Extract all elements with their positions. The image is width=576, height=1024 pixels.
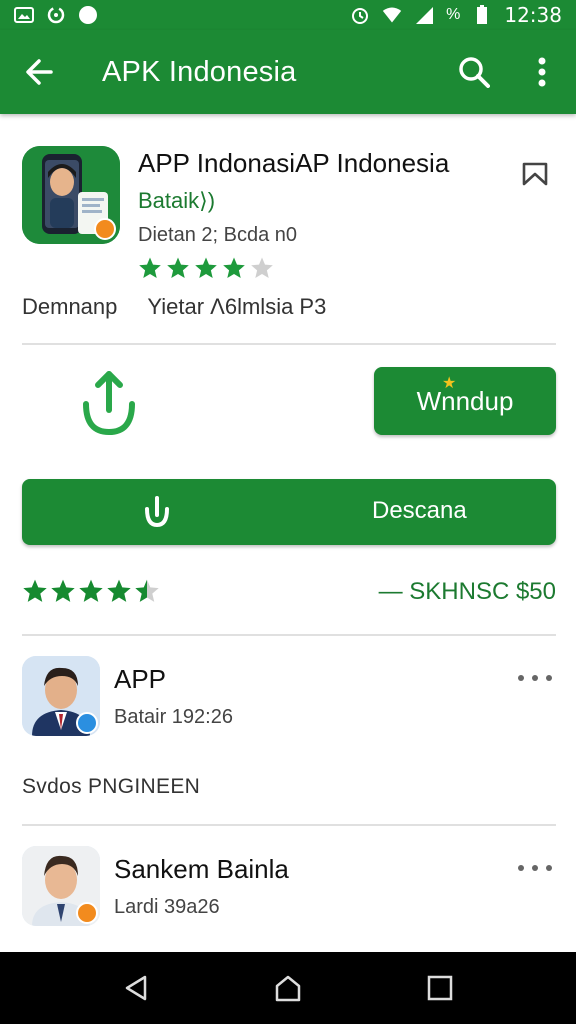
status-bar: % 12:38: [0, 0, 576, 30]
star-spark-icon: ★: [442, 375, 457, 392]
share-button[interactable]: [80, 370, 138, 436]
battery-percent-symbol: %: [446, 6, 461, 23]
verified-badge-icon: [76, 712, 98, 734]
list-item-subtitle: Batair 192:26: [114, 706, 233, 728]
list-item-title: APP: [114, 664, 167, 694]
download-button[interactable]: Descana: [22, 479, 556, 545]
nav-recents-button[interactable]: [415, 963, 465, 1013]
wifi-icon: [382, 5, 402, 25]
list-item-subtitle: Lardi 39a26: [114, 896, 220, 918]
app-icon[interactable]: [22, 146, 120, 244]
bookmark-icon: [522, 162, 548, 186]
rating-stars: [22, 578, 160, 604]
list-item[interactable]: Sankem Bainla Lardi 39a26: [22, 846, 556, 930]
nav-home-button[interactable]: [263, 963, 313, 1013]
star-icon: [251, 257, 273, 278]
nav-recents-icon: [427, 975, 453, 1001]
app-bar: APK Indonesia: [0, 30, 576, 114]
navigation-bar: [0, 952, 576, 1024]
nav-home-icon: [275, 975, 301, 1002]
download-icon: [145, 496, 169, 528]
status-right-icons: % 12:38: [350, 3, 562, 27]
rating-row: — SKHNSC $50: [22, 576, 556, 610]
install-button[interactable]: ★ Wnndup: [374, 367, 556, 435]
share-upload-icon: [83, 371, 135, 436]
star-icon: [23, 579, 47, 602]
more-options-icon[interactable]: [518, 668, 552, 688]
info-left: Demnanp: [22, 294, 118, 319]
picture-icon: [14, 5, 34, 25]
info-right: Yietar Λ6lmlsia P3: [147, 294, 327, 319]
search-icon: [459, 57, 490, 88]
more-vert-icon: [538, 57, 546, 87]
star-icon: [107, 579, 131, 602]
app-name: APP IndonasiAP Indonesia: [138, 148, 450, 178]
app-meta: Dietan 2; Bcda n0: [138, 224, 297, 246]
avatar: [22, 846, 100, 926]
app-developer[interactable]: Bataik⟩): [138, 188, 215, 214]
nav-back-button[interactable]: [111, 963, 161, 1013]
star-icon: [79, 579, 103, 602]
download-label: Descana: [372, 497, 467, 524]
sync-icon: [46, 5, 66, 25]
section-label: Svdos PNGINEEN: [22, 775, 201, 798]
compass-icon: [78, 5, 98, 25]
badge-icon: [76, 902, 98, 924]
star-icon: [135, 579, 159, 602]
status-time: 12:38: [504, 3, 562, 27]
app-badge-icon: [94, 218, 116, 240]
signal-icon: [414, 5, 434, 25]
list-item[interactable]: APP Batair 192:26: [22, 656, 556, 740]
divider: [22, 343, 556, 345]
list-item-title: Sankem Bainla: [114, 854, 289, 884]
star-icon: [223, 257, 245, 278]
back-arrow-icon: [26, 59, 53, 85]
page-title: APK Indonesia: [102, 55, 297, 88]
rating-text: — SKHNSC $50: [378, 578, 556, 605]
search-button[interactable]: [440, 30, 508, 114]
install-label: Wnndup: [416, 385, 514, 416]
nav-back-icon: [125, 975, 147, 1001]
overflow-menu-button[interactable]: [508, 30, 576, 114]
star-icon: [195, 257, 217, 278]
bookmark-button[interactable]: [520, 158, 550, 188]
app-rating-stars: [138, 256, 274, 280]
star-icon: [51, 579, 75, 602]
status-left-icons: [14, 5, 98, 25]
battery-icon: [472, 5, 492, 25]
star-icon: [167, 257, 189, 278]
more-options-icon[interactable]: [518, 858, 552, 878]
star-icon: [139, 257, 161, 278]
divider: [22, 634, 556, 636]
back-button[interactable]: [0, 30, 78, 114]
divider: [22, 824, 556, 826]
avatar: [22, 656, 100, 736]
alarm-icon: [350, 5, 370, 25]
app-info-row: Demnanp Yietar Λ6lmlsia P3: [22, 294, 556, 320]
app-header: APP IndonasiAP Indonesia Bataik⟩) Dietan…: [22, 146, 556, 246]
